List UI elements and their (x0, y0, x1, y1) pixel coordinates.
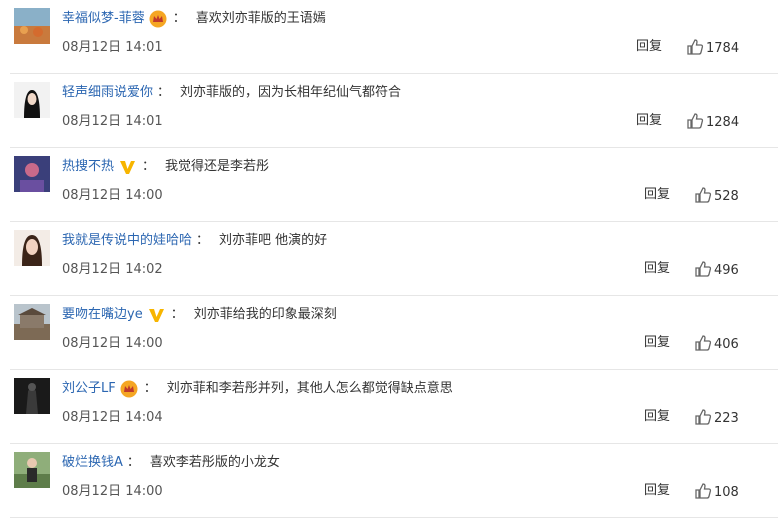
username-link[interactable]: 破烂换钱A (62, 452, 123, 474)
thumbs-up-icon (694, 482, 712, 504)
username-link[interactable]: 幸福似梦-菲蓉 (62, 8, 145, 30)
like-button[interactable]: 528 (694, 185, 739, 209)
reply-button[interactable]: 回复 (644, 259, 670, 279)
reply-button[interactable]: 回复 (644, 481, 670, 501)
like-button[interactable]: 223 (694, 407, 739, 431)
like-button[interactable]: 108 (694, 481, 739, 505)
like-count: 1784 (706, 41, 740, 56)
avatar[interactable] (14, 82, 50, 118)
avatar[interactable] (14, 304, 50, 340)
colon: ： (126, 455, 140, 470)
comment-item: 刘公子LF ： 刘亦菲和李若彤并列，其他人怎么都觉得缺点意思 08月12日 14… (0, 370, 778, 444)
comment-text: 喜欢刘亦菲版的王语嫣 (195, 11, 326, 26)
username-link[interactable]: 轻声细雨说爱你 (62, 82, 153, 104)
avatar[interactable] (14, 378, 50, 414)
timestamp: 08月12日 14:04 (62, 410, 163, 425)
like-button[interactable]: 406 (694, 333, 739, 357)
colon: ： (196, 233, 210, 248)
username-link[interactable]: 我就是传说中的娃哈哈 (62, 230, 192, 252)
comment-line: 热搜不热 ： 我觉得还是李若彤 (62, 156, 269, 178)
comment-line: 要吻在嘴边ye ： 刘亦菲给我的印象最深刻 (62, 304, 337, 326)
comment-line: 轻声细雨说爱你 ： 刘亦菲版的，因为长相年纪仙气都符合 (62, 82, 401, 104)
timestamp: 08月12日 14:00 (62, 188, 163, 203)
thumbs-up-icon (686, 112, 704, 134)
reply-button[interactable]: 回复 (644, 185, 670, 205)
comment-line: 幸福似梦-菲蓉 ： 喜欢刘亦菲版的王语嫣 (62, 8, 326, 30)
crown-icon (120, 380, 138, 398)
comment-text: 我觉得还是李若彤 (165, 159, 270, 174)
like-button[interactable]: 496 (694, 259, 739, 283)
timestamp: 08月12日 14:00 (62, 336, 163, 351)
timestamp: 08月12日 14:01 (62, 114, 163, 129)
comment-line: 破烂换钱A ： 喜欢李若彤版的小龙女 (62, 452, 280, 474)
like-count: 223 (714, 411, 739, 426)
comment-line: 刘公子LF ： 刘亦菲和李若彤并列，其他人怎么都觉得缺点意思 (62, 378, 453, 400)
colon: ： (143, 381, 157, 396)
thumbs-up-icon (694, 408, 712, 430)
colon: ： (172, 11, 186, 26)
comment-text: 刘亦菲版的，因为长相年纪仙气都符合 (180, 85, 402, 100)
like-count: 108 (714, 485, 739, 500)
avatar[interactable] (14, 452, 50, 488)
thumbs-up-icon (694, 186, 712, 208)
comment-list: 幸福似梦-菲蓉 ： 喜欢刘亦菲版的王语嫣 08月12日 14:01 回复 178… (0, 0, 778, 520)
colon: ： (170, 307, 184, 322)
avatar[interactable] (14, 156, 50, 192)
username-link[interactable]: 热搜不热 (62, 156, 114, 178)
like-count: 528 (714, 189, 739, 204)
colon: ： (142, 159, 156, 174)
reply-button[interactable]: 回复 (644, 333, 670, 353)
thumbs-up-icon (694, 334, 712, 356)
thumbs-up-icon (686, 38, 704, 60)
comment-item: 幸福似梦-菲蓉 ： 喜欢刘亦菲版的王语嫣 08月12日 14:01 回复 178… (0, 0, 778, 74)
avatar[interactable] (14, 8, 50, 44)
comment-item: 破烂换钱A ： 喜欢李若彤版的小龙女 08月12日 14:00 回复 108 (0, 444, 778, 518)
username-link[interactable]: 要吻在嘴边ye (62, 304, 143, 326)
like-count: 1284 (706, 115, 740, 130)
comment-text: 刘亦菲吧 他演的好 (219, 233, 328, 248)
v-verified-icon (118, 158, 136, 176)
like-button[interactable]: 1284 (686, 111, 739, 135)
timestamp: 08月12日 14:02 (62, 262, 163, 277)
like-count: 496 (714, 263, 739, 278)
comment-text: 刘亦菲给我的印象最深刻 (193, 307, 337, 322)
reply-button[interactable]: 回复 (636, 111, 662, 131)
comment-item: 热搜不热 ： 我觉得还是李若彤 08月12日 14:00 回复 528 (0, 148, 778, 222)
colon: ： (157, 85, 171, 100)
comment-item: 要吻在嘴边ye ： 刘亦菲给我的印象最深刻 08月12日 14:00 回复 40… (0, 296, 778, 370)
comment-text: 喜欢李若彤版的小龙女 (149, 455, 280, 470)
reply-button[interactable]: 回复 (644, 407, 670, 427)
comment-item: 我就是传说中的娃哈哈 ： 刘亦菲吧 他演的好 08月12日 14:02 回复 4… (0, 222, 778, 296)
avatar[interactable] (14, 230, 50, 266)
like-count: 406 (714, 337, 739, 352)
like-button[interactable]: 1784 (686, 37, 739, 61)
comment-line: 我就是传说中的娃哈哈 ： 刘亦菲吧 他演的好 (62, 230, 327, 252)
timestamp: 08月12日 14:00 (62, 484, 163, 499)
timestamp: 08月12日 14:01 (62, 40, 163, 55)
crown-icon (149, 10, 167, 28)
reply-button[interactable]: 回复 (636, 37, 662, 57)
v-verified-icon (147, 306, 165, 324)
divider (10, 517, 778, 518)
comment-text: 刘亦菲和李若彤并列，其他人怎么都觉得缺点意思 (166, 381, 453, 396)
comment-item: 轻声细雨说爱你 ： 刘亦菲版的，因为长相年纪仙气都符合 08月12日 14:01… (0, 74, 778, 148)
username-link[interactable]: 刘公子LF (62, 378, 116, 400)
thumbs-up-icon (694, 260, 712, 282)
